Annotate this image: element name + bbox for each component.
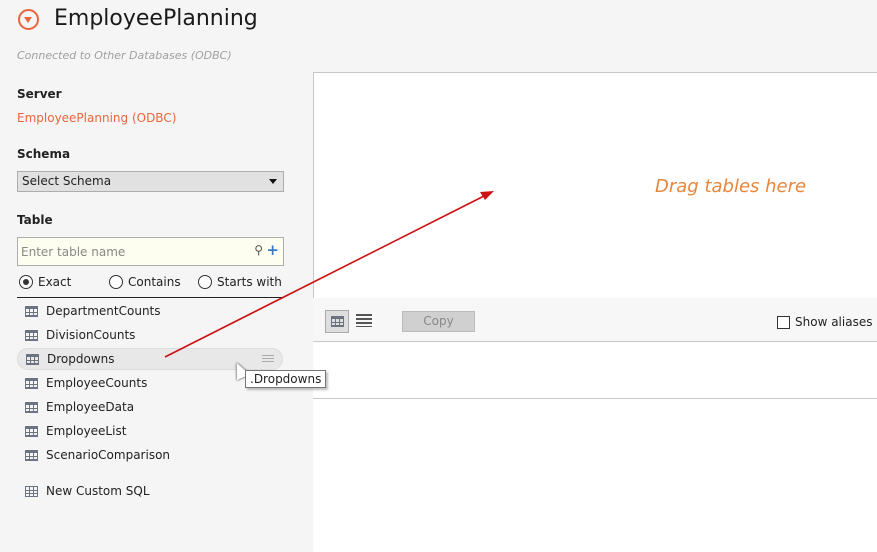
- arrow-line: [164, 195, 485, 358]
- tooltip: .Dropdowns: [245, 370, 327, 388]
- arrow-head: [480, 191, 494, 200]
- drag-arrow: [164, 191, 494, 358]
